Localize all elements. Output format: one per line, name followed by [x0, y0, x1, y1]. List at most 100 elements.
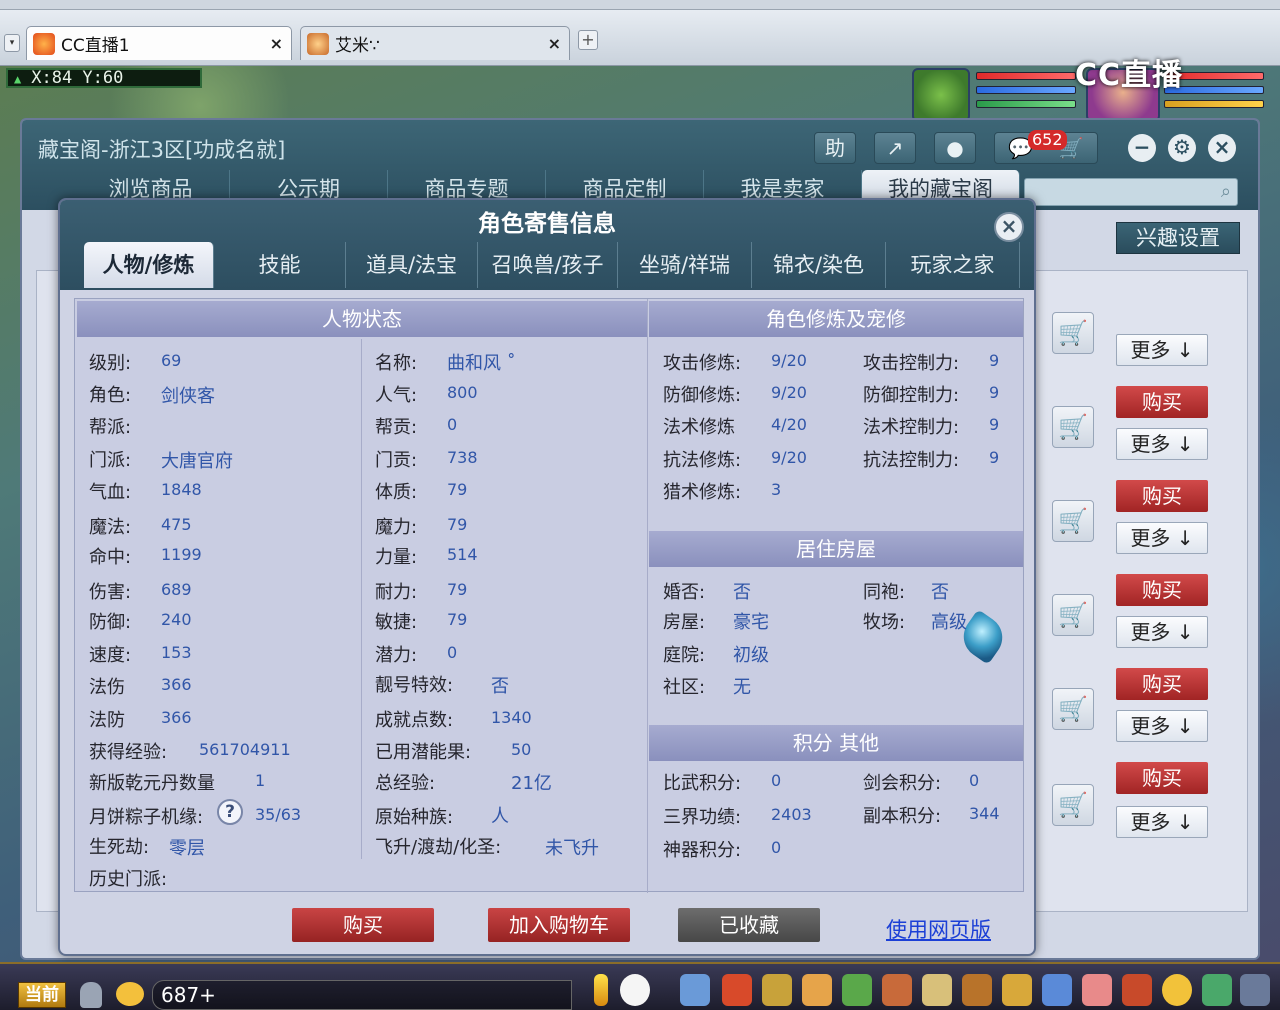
favorited-button[interactable]: 已收藏: [678, 908, 820, 942]
peach-icon[interactable]: [1082, 974, 1112, 1006]
browser-tab-aimi[interactable]: 艾米∵ ×: [300, 26, 570, 60]
stat-value: 79: [447, 480, 468, 499]
minimize-icon[interactable]: −: [1128, 134, 1156, 162]
browser-tab-cc-live[interactable]: CC直播1 ×: [26, 26, 292, 60]
pet-summon-icon[interactable]: [882, 974, 912, 1006]
buy-button[interactable]: 购买: [1116, 574, 1208, 606]
microphone-icon[interactable]: [80, 982, 102, 1008]
dialog-content: 人物状态 级别: 69 角色: 剑侠客 帮派: 门派: 大唐官府 气血: 184…: [74, 298, 1024, 893]
stat-value: 79: [447, 580, 468, 599]
pet-mp-bar: [976, 86, 1076, 94]
stat-label: 魔法:: [89, 517, 132, 538]
search-input[interactable]: ⌕: [1024, 178, 1238, 206]
stat-value: 366: [161, 708, 192, 727]
trade-icon[interactable]: [802, 974, 832, 1006]
tab-player-home[interactable]: 玩家之家: [886, 242, 1020, 288]
use-web-version-link[interactable]: 使用网页版: [886, 914, 991, 944]
cultivation-label: 猎术修炼:: [663, 482, 742, 503]
buy-button[interactable]: 购买: [292, 908, 434, 942]
settings-gear-icon[interactable]: ⚙: [1168, 134, 1196, 162]
add-to-cart-button[interactable]: 加入购物车: [488, 908, 630, 942]
buy-button[interactable]: 购买: [1116, 668, 1208, 700]
minimap-toggle-icon[interactable]: ▲: [14, 72, 21, 86]
cultivation-label: 攻击修炼:: [663, 353, 742, 374]
record-icon[interactable]: ●: [934, 132, 976, 164]
cart-icon[interactable]: 🛒: [1052, 312, 1094, 354]
cart-icon[interactable]: 🛒: [1052, 594, 1094, 636]
stat-value: 69: [161, 351, 182, 370]
stat-label: 已用潜能果:: [375, 742, 472, 763]
tab-skills[interactable]: 技能: [214, 242, 346, 288]
stat-label: 历史门派:: [89, 869, 168, 890]
window-header: 藏宝阁-浙江3区[功成名就] 助 ↗ ● 💬 🛒 652 − ⚙ × 浏览商品 …: [22, 120, 1258, 210]
more-button[interactable]: 更多 ↓: [1116, 616, 1208, 648]
points-value: 0: [771, 838, 782, 857]
tab-mounts[interactable]: 坐骑/祥瑞: [618, 242, 752, 288]
stat-label: 敏捷:: [375, 612, 418, 633]
help-button[interactable]: 助: [814, 132, 856, 164]
quest-icon[interactable]: [922, 974, 952, 1006]
stat-label: 伤害:: [89, 582, 132, 603]
friend-icon[interactable]: [1122, 974, 1152, 1006]
team-icon[interactable]: [842, 974, 872, 1006]
bell-icon[interactable]: [1002, 974, 1032, 1006]
tab-menu-button[interactable]: ▾: [4, 34, 20, 52]
pet-hp-bar: [976, 72, 1076, 80]
control-label: 法术控制力:: [863, 417, 960, 438]
tab-outfits[interactable]: 锦衣/染色: [752, 242, 886, 288]
tab-character[interactable]: 人物/修炼: [84, 242, 214, 288]
housing-value: 初级: [733, 645, 769, 666]
cart-icon[interactable]: 🛒: [1052, 784, 1094, 826]
chat-input[interactable]: 687+: [152, 980, 572, 1010]
smile-icon[interactable]: [1162, 974, 1192, 1006]
chat-channel-button[interactable]: 当前: [18, 982, 66, 1008]
more-button[interactable]: 更多 ↓: [1116, 334, 1208, 366]
emoji-icon[interactable]: [116, 982, 144, 1006]
more-button[interactable]: 更多 ↓: [1116, 806, 1208, 838]
buy-button[interactable]: 购买: [1116, 386, 1208, 418]
pet-icon[interactable]: [620, 974, 650, 1006]
stat-label: 靓号特效:: [375, 675, 454, 696]
monitor-icon[interactable]: [1240, 974, 1270, 1006]
more-button[interactable]: 更多 ↓: [1116, 710, 1208, 742]
energy-gauge: [594, 974, 608, 1006]
close-icon[interactable]: ×: [994, 212, 1024, 242]
close-icon[interactable]: ×: [1208, 134, 1236, 162]
stat-label: 角色:: [89, 385, 132, 406]
column-divider: [647, 299, 648, 893]
buy-button[interactable]: 购买: [1116, 480, 1208, 512]
cultivation-value: 9/20: [771, 351, 807, 370]
system-icon[interactable]: [1202, 974, 1232, 1006]
attack-icon[interactable]: [680, 974, 710, 1006]
dialog-title: 角色寄售信息: [478, 211, 616, 237]
stat-value: 800: [447, 383, 478, 402]
stat-value: 79: [447, 515, 468, 534]
item-icon[interactable]: [722, 974, 752, 1006]
housing-value: 否: [733, 582, 751, 603]
help-question-icon[interactable]: ?: [217, 799, 243, 825]
gang-icon[interactable]: [962, 974, 992, 1006]
tab-close-icon[interactable]: ×: [548, 34, 561, 53]
buy-button[interactable]: 购买: [1116, 762, 1208, 794]
tab-summons[interactable]: 召唤兽/孩子: [478, 242, 618, 288]
share-icon[interactable]: ↗: [874, 132, 916, 164]
tab-items[interactable]: 道具/法宝: [346, 242, 478, 288]
interest-settings-button[interactable]: 兴趣设置: [1116, 222, 1240, 254]
pet-avatar[interactable]: [912, 68, 970, 122]
cart-icon[interactable]: 🛒: [1052, 406, 1094, 448]
more-button[interactable]: 更多 ↓: [1116, 522, 1208, 554]
new-tab-button[interactable]: +: [578, 30, 598, 50]
tab-close-icon[interactable]: ×: [270, 34, 283, 53]
stat-value: 1848: [161, 480, 202, 499]
more-button[interactable]: 更多 ↓: [1116, 428, 1208, 460]
map-icon[interactable]: [1042, 974, 1072, 1006]
give-icon[interactable]: [762, 974, 792, 1006]
cart-icon[interactable]: 🛒: [1052, 688, 1094, 730]
control-label: 抗法控制力:: [863, 450, 960, 471]
search-icon[interactable]: ⌕: [1221, 181, 1231, 202]
cultivation-value: 9/20: [771, 448, 807, 467]
stat-value: 曲和风 ˚: [447, 353, 516, 374]
cart-icon[interactable]: 🛒: [1052, 500, 1094, 542]
stat-label: 门派:: [89, 450, 132, 471]
points-label: 三界功绩:: [663, 807, 742, 828]
